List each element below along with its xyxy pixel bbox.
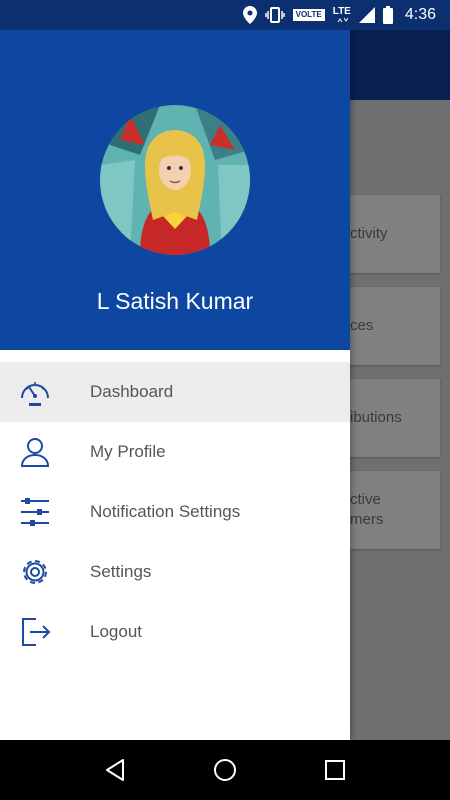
menu-item-label: Settings (90, 562, 152, 581)
drawer-menu: Dashboard My Profile Notification Settin… (0, 362, 350, 662)
logout-icon (18, 616, 52, 648)
menu-item-settings[interactable]: Settings (0, 542, 350, 602)
background-card: ibutions (340, 379, 440, 457)
location-icon (242, 6, 257, 24)
network-type: LTE (332, 6, 351, 17)
clock: 4:36 (404, 6, 436, 23)
recents-icon (325, 760, 345, 780)
navigation-drawer: L Satish Kumar Dashboard My Profile Noti… (0, 0, 350, 740)
speedometer-icon (18, 376, 52, 408)
menu-item-notification-settings[interactable]: Notification Settings (0, 482, 350, 542)
background-card-text: mers (350, 511, 384, 528)
menu-item-dashboard[interactable]: Dashboard (0, 362, 350, 422)
background-card: ctivity (340, 195, 440, 273)
vibrate-icon (264, 7, 285, 23)
volte-badge: VOLTE (292, 9, 325, 21)
network-indicator: LTE (333, 7, 351, 23)
signal-icon (358, 7, 375, 23)
background-card: ctive mers (340, 471, 440, 549)
sliders-icon (18, 496, 52, 528)
back-button[interactable] (95, 750, 135, 790)
user-name: L Satish Kumar (96, 288, 254, 314)
menu-item-label: My Profile (90, 442, 166, 461)
background-card: ces (340, 287, 440, 365)
avatar[interactable] (100, 105, 250, 255)
menu-item-label: Logout (90, 622, 142, 641)
recents-button[interactable] (315, 750, 355, 790)
person-icon (18, 436, 52, 468)
back-icon (106, 759, 124, 781)
home-button[interactable] (205, 750, 245, 790)
menu-item-logout[interactable]: Logout (0, 602, 350, 662)
background-card-text: ctive (350, 491, 381, 508)
menu-item-label: Notification Settings (90, 502, 241, 521)
system-nav-bar (0, 740, 450, 800)
menu-item-label: Dashboard (90, 382, 174, 401)
background-card-text: ces (350, 317, 374, 334)
home-icon (214, 759, 236, 781)
status-bar: VOLTE LTE 4:36 (0, 0, 450, 30)
background-card-text: ctivity (350, 225, 388, 242)
menu-item-my-profile[interactable]: My Profile (0, 422, 350, 482)
background-card-text: ibutions (350, 409, 402, 426)
background-app: ctivity ces ibutions ctive mers (340, 30, 450, 740)
drawer-header: L Satish Kumar (0, 0, 350, 350)
gear-icon (18, 556, 52, 588)
battery-icon (382, 6, 393, 24)
background-toolbar (350, 30, 450, 100)
